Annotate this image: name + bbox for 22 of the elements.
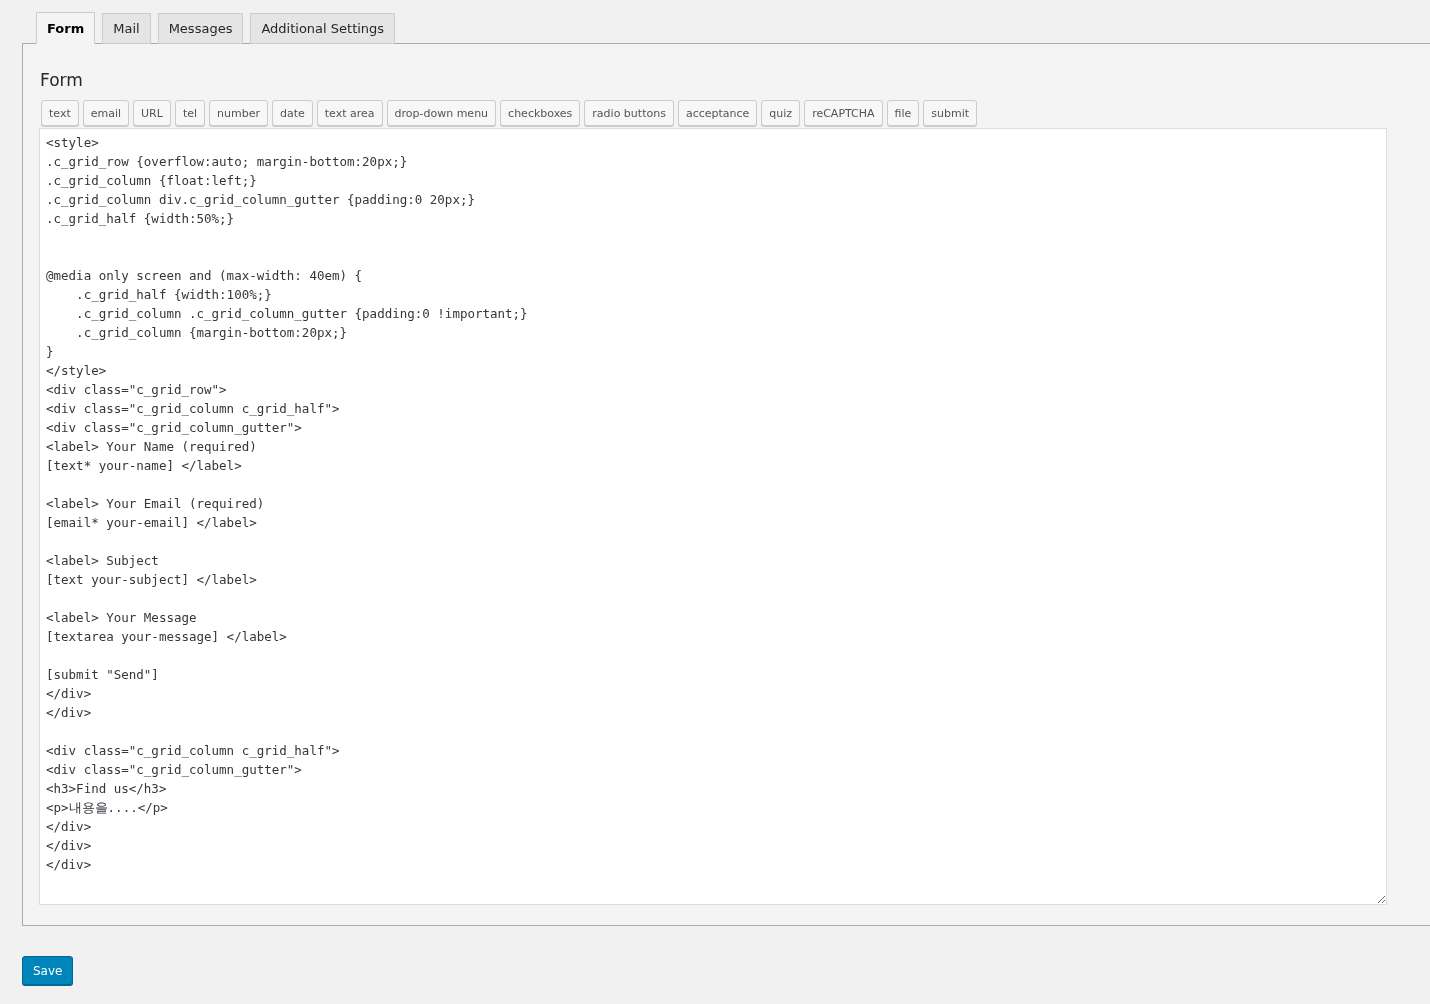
tag-button[interactable]: quiz [761,100,801,126]
tag-button[interactable]: number [209,100,268,126]
tag-button[interactable]: drop-down menu [386,100,497,126]
tag-button[interactable]: email [82,100,130,126]
tag-button[interactable]: submit [923,100,978,126]
tag-button[interactable]: date [271,100,313,126]
tab[interactable]: Additional Settings [250,13,396,44]
tab[interactable]: Form [36,12,96,44]
tag-button[interactable]: file [886,100,920,126]
tag-button[interactable]: checkboxes [500,100,581,126]
tag-button[interactable]: radio buttons [584,100,674,126]
tag-button[interactable]: URL [133,100,171,126]
code-editor-field[interactable]: <style> .c_grid_row {overflow:auto; margin-bottom:20px;} .c_grid_column {float:left;} .c_grid_column div.c_grid_column_gutter {padding:0 20px;} .c_grid_half {width:50%;} @media only screen and (max-width: 40em) { .c_grid_half {width:100%;} .c_grid_column .c_grid_column_gutter {padding:0 !important;} .c_grid_column {margin-bottom:20px;} } </style> <div class="c_grid_row"> <div class="c_grid_column c_grid_half"> <div class="c_grid_column_gutter"> <label> Your Name (required) [text* your-name] </label> <label> Your Email (required) [email* your-email] </label> <label> Subject [text your-subject] </label> <label> Your Message [textarea your-message] </label> [submit "Send"] </div> </div> <div class="c_grid_column c_grid_half"> <div class="c_grid_column_gutter"> <h3>Find us</h3> <p>내용을....</p> </div> </div> </div> [39,128,1387,905]
section-title: Form [40,70,84,90]
tag-button[interactable]: reCAPTCHA [804,100,883,126]
tag-button[interactable]: text [41,100,79,126]
save-button[interactable]: Save [22,956,74,985]
tab[interactable]: Messages [157,13,244,44]
tag-button[interactable]: acceptance [677,100,758,126]
tab[interactable]: Mail [102,13,151,44]
tag-button[interactable]: text area [316,100,383,126]
tag-button[interactable]: tel [174,100,206,126]
